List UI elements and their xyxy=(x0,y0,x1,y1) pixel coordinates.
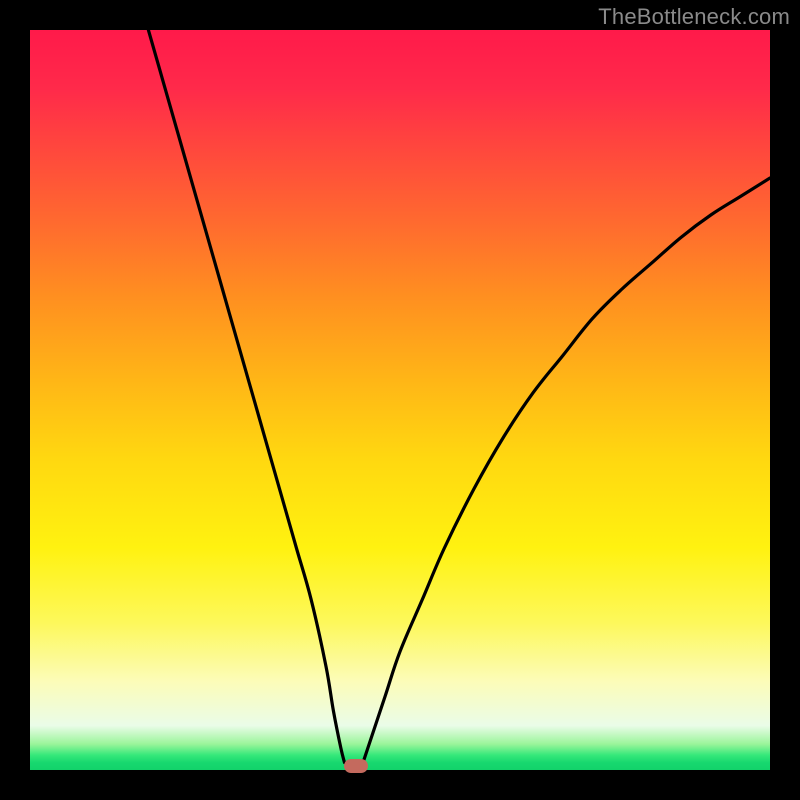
curve-right xyxy=(363,178,770,763)
watermark-text: TheBottleneck.com xyxy=(598,4,790,30)
optimum-marker xyxy=(344,759,368,773)
curve-svg xyxy=(30,30,770,770)
curve-left xyxy=(148,30,344,763)
plot-area xyxy=(30,30,770,770)
chart-frame: TheBottleneck.com xyxy=(0,0,800,800)
